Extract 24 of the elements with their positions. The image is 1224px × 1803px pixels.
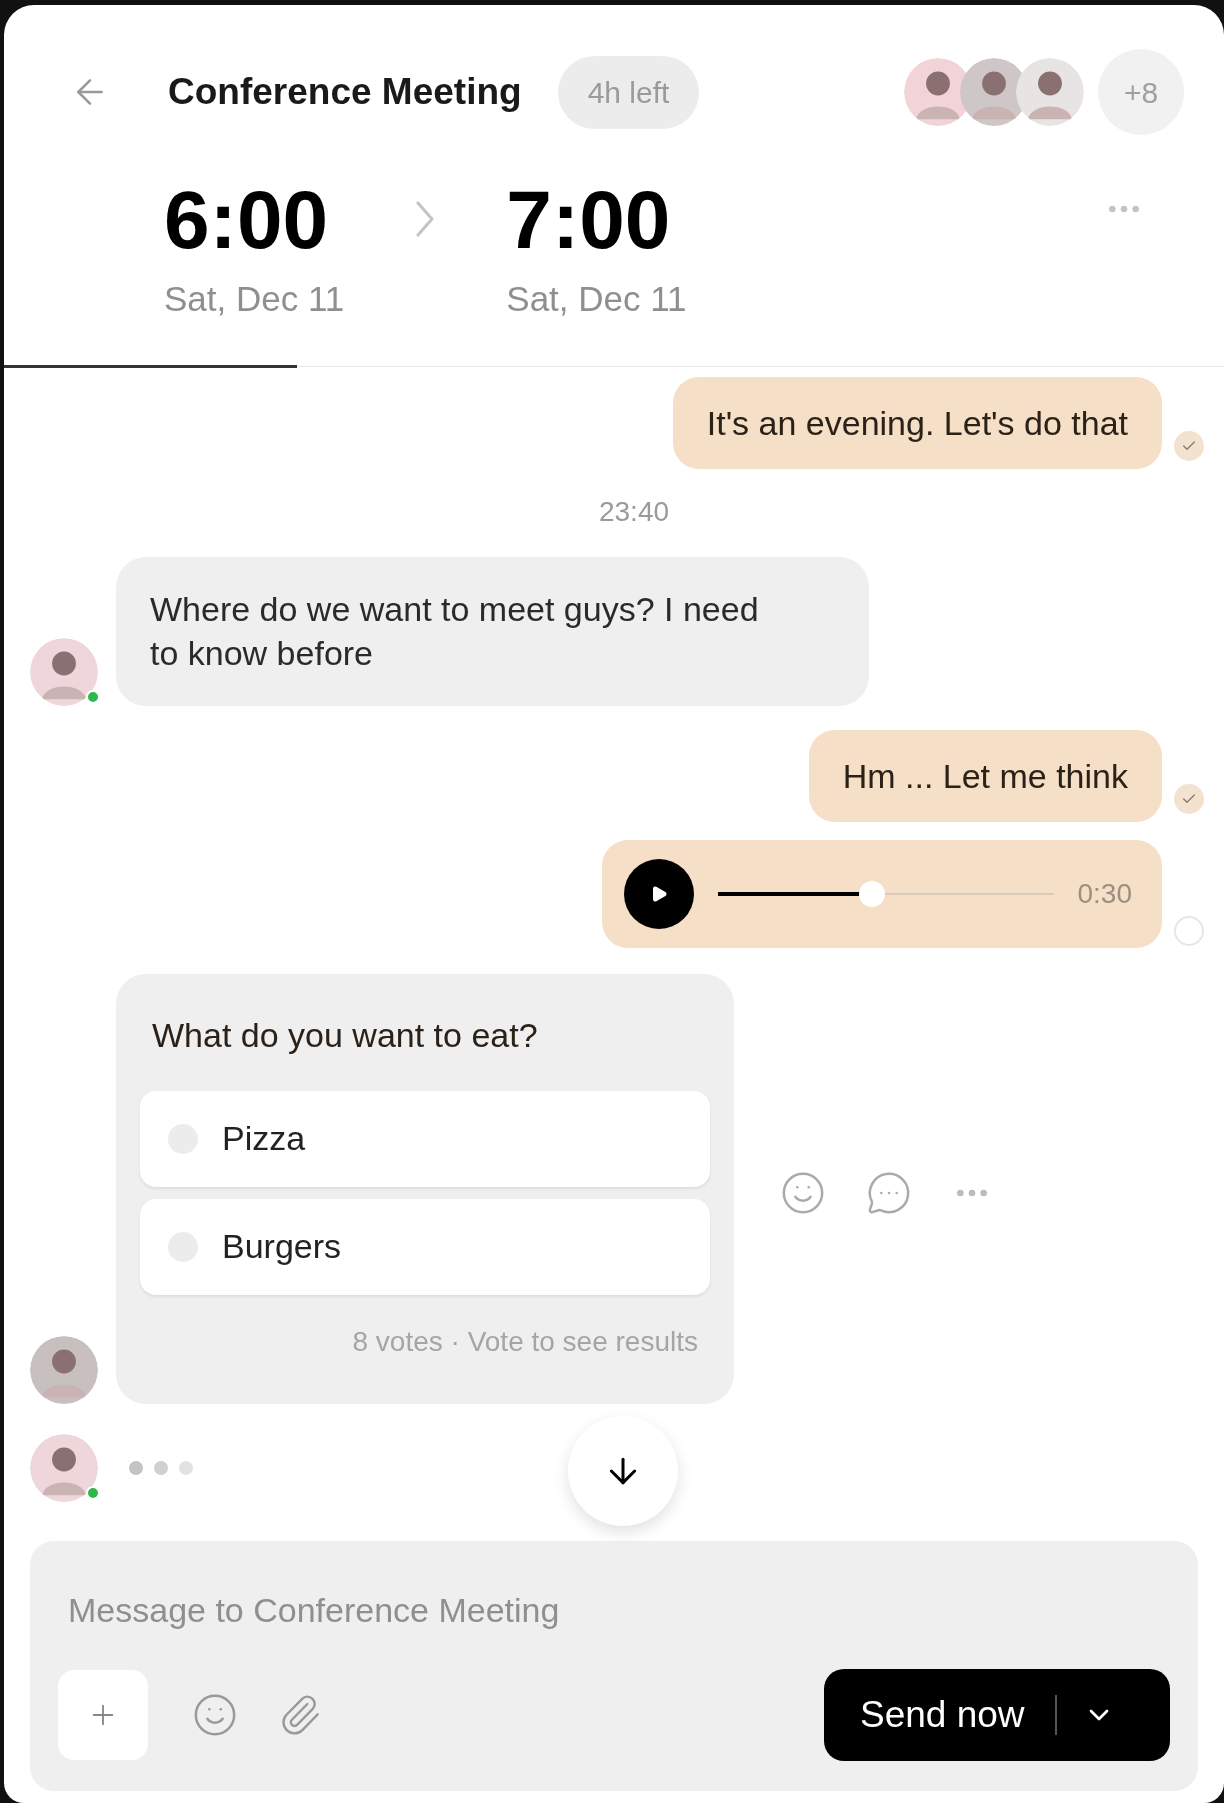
start-time: 6:00 (164, 179, 330, 261)
audio-duration: 0:30 (1077, 876, 1133, 911)
chat-title: Conference Meeting (168, 70, 522, 115)
audio-track[interactable] (718, 879, 1054, 908)
typing-dots-icon (128, 1459, 194, 1476)
poll-option[interactable]: Pizza (140, 1090, 710, 1187)
end-time: 7:00 (506, 179, 672, 261)
outgoing-message-bubble: It's an evening. Let's do that (672, 377, 1162, 470)
send-now-button[interactable]: Send now (824, 1669, 1170, 1761)
outgoing-message-bubble: Hm ... Let me think (808, 729, 1162, 822)
end-date: Sat, Dec 11 (506, 278, 687, 320)
add-button[interactable] (58, 1670, 148, 1760)
emoji-icon[interactable] (192, 1692, 238, 1738)
message-input[interactable]: Message to Conference Meeting (58, 1585, 958, 1635)
poll-option[interactable]: Burgers (140, 1198, 710, 1295)
time-left-badge: 4h left (557, 55, 700, 129)
play-icon (650, 884, 668, 903)
audio-thumb[interactable] (859, 880, 886, 907)
message-timestamp: 23:40 (598, 495, 670, 530)
poll-footer: 8 votes · Vote to see results (352, 1320, 710, 1363)
start-date: Sat, Dec 11 (164, 278, 345, 320)
chevron-right-icon (416, 201, 435, 237)
incoming-message-bubble: Where do we want to meet guys? I need to know before (116, 557, 869, 706)
poll-question: What do you want to eat? (151, 1014, 539, 1056)
